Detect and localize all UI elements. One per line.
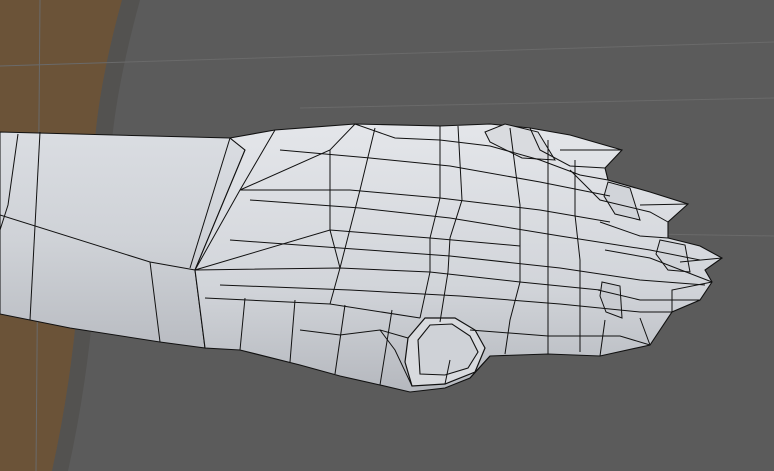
3d-viewport[interactable]	[0, 0, 774, 471]
viewport-canvas[interactable]	[0, 0, 774, 471]
